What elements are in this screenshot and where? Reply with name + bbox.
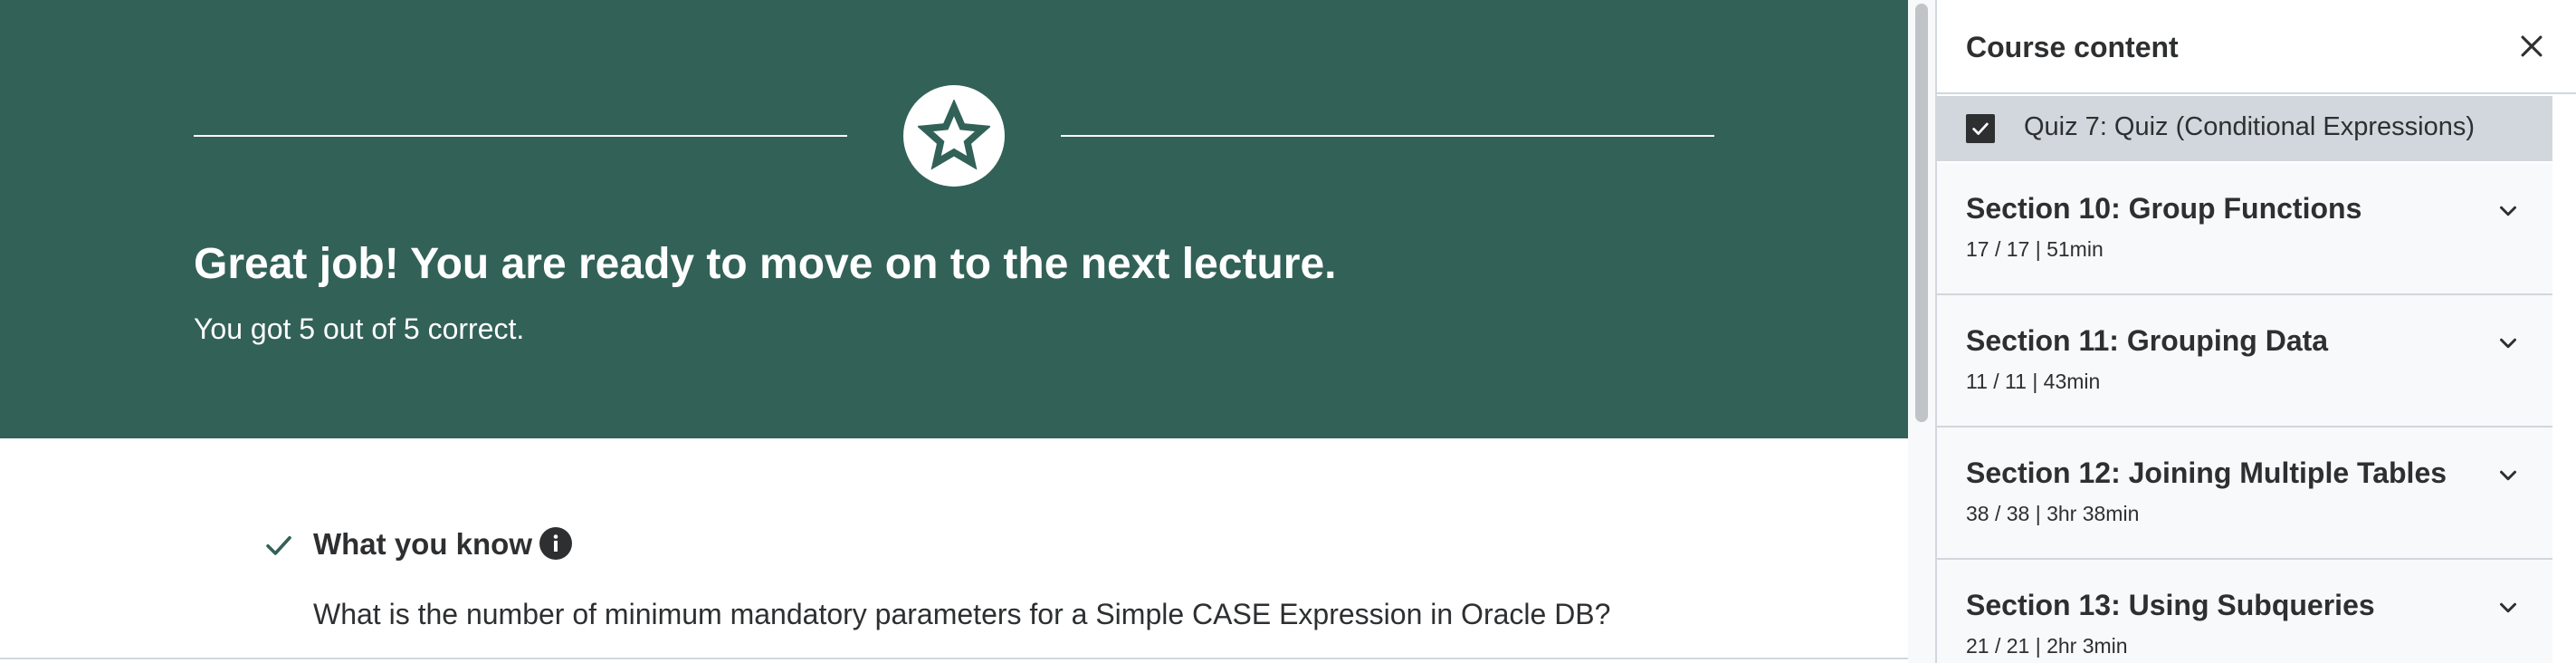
chevron-down-icon[interactable]: [2495, 594, 2522, 621]
checkmark-icon: [1972, 122, 1989, 135]
banner-divider-right: [1061, 135, 1714, 137]
section-13[interactable]: Section 13: Using Subqueries 21 / 21 | 2…: [1937, 560, 2552, 663]
star-badge: [903, 85, 1005, 187]
banner-divider-left: [194, 135, 847, 137]
current-quiz-item[interactable]: Quiz 7: Quiz (Conditional Expressions): [1937, 96, 2552, 161]
quiz-item-label: Quiz 7: Quiz (Conditional Expressions): [2024, 112, 2476, 141]
section-title: Section 12: Joining Multiple Tables: [1966, 456, 2447, 489]
completed-checkbox[interactable]: [1966, 114, 1995, 143]
section-progress: 21 / 21 | 2hr 3min: [1966, 634, 2128, 658]
banner-score: You got 5 out of 5 correct.: [194, 312, 525, 345]
success-banner: Great job! You are ready to move on to t…: [0, 0, 1908, 438]
chevron-down-icon[interactable]: [2495, 330, 2522, 357]
section-11[interactable]: Section 11: Grouping Data 11 / 11 | 43mi…: [1937, 295, 2552, 428]
section-title: Section 11: Grouping Data: [1966, 324, 2329, 357]
footer-divider: [0, 658, 1908, 659]
section-12[interactable]: Section 12: Joining Multiple Tables 38 /…: [1937, 428, 2552, 560]
app-root: Great job! You are ready to move on to t…: [0, 0, 2576, 663]
info-icon[interactable]: [539, 527, 572, 560]
close-icon[interactable]: [2516, 31, 2547, 62]
what-you-know-heading: What you know: [313, 527, 532, 561]
section-progress: 17 / 17 | 51min: [1966, 237, 2104, 261]
sidebar-title: Course content: [1966, 31, 2179, 63]
chevron-down-icon[interactable]: [2495, 462, 2522, 489]
section-title: Section 13: Using Subqueries: [1966, 589, 2375, 621]
section-progress: 38 / 38 | 3hr 38min: [1966, 502, 2140, 525]
section-progress: 11 / 11 | 43min: [1966, 370, 2101, 393]
main-scrollbar-thumb[interactable]: [1915, 4, 1928, 422]
check-icon: [266, 535, 291, 555]
question-text: What is the number of minimum mandatory …: [313, 598, 1611, 630]
chevron-down-icon[interactable]: [2495, 197, 2522, 225]
section-10[interactable]: Section 10: Group Functions 17 / 17 | 51…: [1937, 163, 2552, 295]
quiz-result-panel: Great job! You are ready to move on to t…: [0, 0, 1908, 663]
section-title: Section 10: Group Functions: [1966, 192, 2362, 225]
banner-title: Great job! You are ready to move on to t…: [194, 240, 1337, 288]
star-icon: [918, 100, 990, 170]
course-content-sidebar: Course content Quiz 7: Quiz (Conditional…: [1937, 0, 2576, 663]
sidebar-header: Course content: [1937, 0, 2576, 94]
info-glyph: [553, 534, 558, 552]
